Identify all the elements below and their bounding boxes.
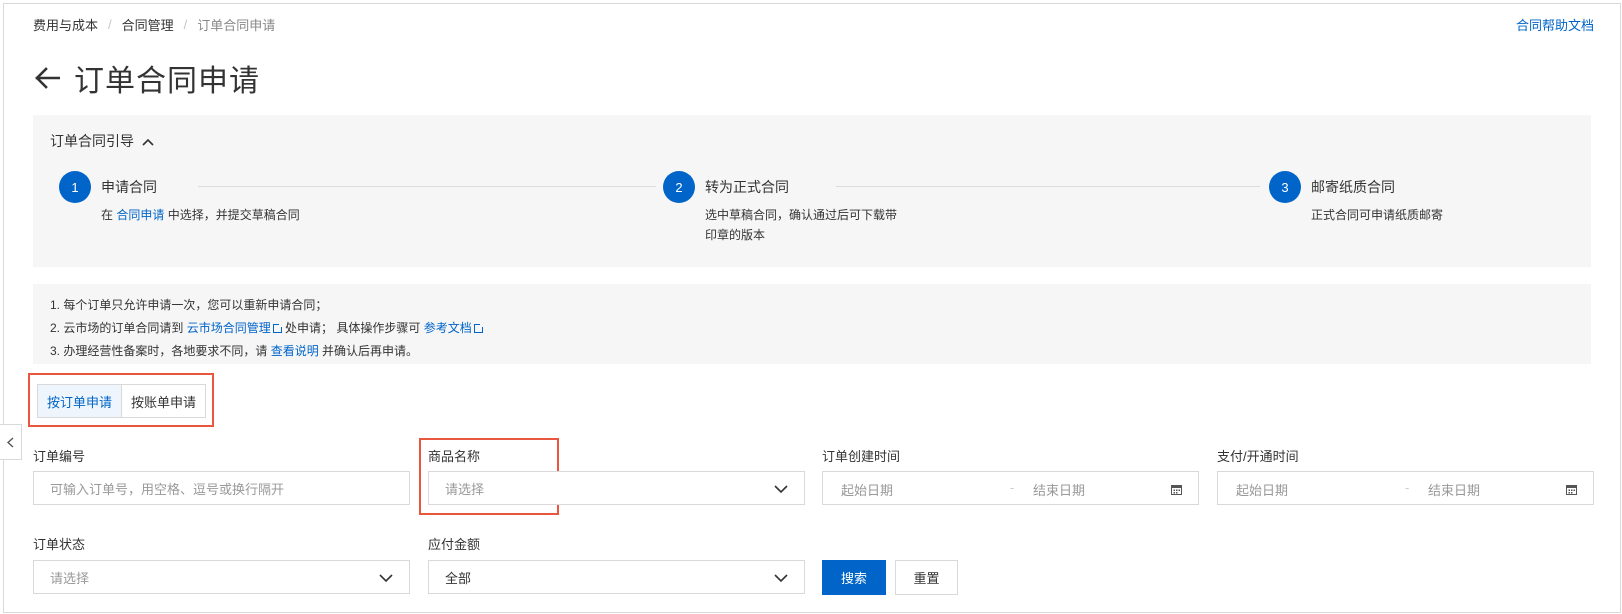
notice-line-1: 1. 每个订单只允许申请一次，您可以重新申请合同； bbox=[50, 298, 328, 312]
amount-label: 应付金额 bbox=[428, 537, 481, 552]
create-time-range[interactable]: 起始日期 - 结束日期 bbox=[822, 471, 1199, 505]
reset-button[interactable]: 重置 bbox=[895, 560, 958, 595]
breadcrumb: 费用与成本 / 合同管理 / 订单合同申请 bbox=[33, 15, 275, 34]
step-desc: 在 合同申请 中选择，并提交草稿合同 bbox=[101, 208, 300, 222]
back-arrow-icon[interactable] bbox=[32, 63, 62, 93]
breadcrumb-current: 订单合同申请 bbox=[197, 18, 276, 33]
chevron-down-icon bbox=[774, 571, 788, 586]
contract-help-link[interactable]: 合同帮助文档 bbox=[1516, 15, 1594, 34]
collapse-sidebar-handle[interactable] bbox=[0, 424, 22, 460]
reference-doc-link[interactable]: 参考文档 bbox=[424, 321, 484, 335]
apply-mode-tabs: 按订单申请 按账单申请 bbox=[37, 384, 207, 418]
order-no-input[interactable]: 可输入订单号，用空格、逗号或换行隔开 bbox=[33, 471, 410, 505]
step-number: 1 bbox=[59, 171, 91, 203]
tab-by-bill[interactable]: 按账单申请 bbox=[122, 385, 206, 417]
market-contract-link[interactable]: 云市场合同管理 bbox=[187, 321, 283, 335]
contract-apply-link[interactable]: 合同申请 bbox=[116, 208, 164, 222]
order-no-label: 订单编号 bbox=[33, 449, 86, 464]
pay-time-label: 支付/开通时间 bbox=[1217, 449, 1299, 464]
step-desc: 选中草稿合同，确认通过后可下载带 印章的版本 bbox=[705, 208, 898, 242]
page-title: 订单合同申请 bbox=[32, 56, 260, 100]
step-connector bbox=[836, 186, 1260, 187]
product-name-label: 商品名称 bbox=[428, 449, 481, 464]
order-status-label: 订单状态 bbox=[33, 537, 86, 552]
step-number: 3 bbox=[1269, 171, 1301, 203]
search-button[interactable]: 搜索 bbox=[822, 560, 886, 595]
chevron-down-icon bbox=[774, 482, 788, 497]
chevron-left-icon bbox=[7, 436, 14, 448]
notice-line-2: 2. 云市场的订单合同请到 云市场合同管理 处申请； 具体操作步骤可 参考文档 bbox=[50, 317, 1574, 340]
create-time-label: 订单创建时间 bbox=[822, 449, 901, 464]
calendar-icon bbox=[1566, 483, 1577, 498]
step-title: 申请合同 bbox=[101, 179, 157, 195]
step-desc: 正式合同可申请纸质邮寄 bbox=[1311, 208, 1444, 222]
guide-toggle[interactable]: 订单合同引导 bbox=[50, 131, 154, 151]
step-title: 转为正式合同 bbox=[705, 179, 789, 195]
chevron-down-icon bbox=[379, 571, 393, 586]
tab-by-order[interactable]: 按订单申请 bbox=[38, 385, 123, 417]
notice-line-3: 3. 办理经营性备案时，各地要求不同，请 查看说明 并确认后再申请。 bbox=[50, 344, 419, 358]
calendar-icon bbox=[1171, 483, 1182, 498]
order-status-select[interactable]: 请选择 bbox=[33, 560, 410, 594]
view-instructions-link[interactable]: 查看说明 bbox=[271, 344, 319, 358]
step-connector bbox=[198, 186, 656, 187]
external-link-icon bbox=[473, 323, 484, 333]
amount-select[interactable]: 全部 bbox=[428, 560, 805, 594]
breadcrumb-item-contract[interactable]: 合同管理 bbox=[122, 15, 174, 34]
breadcrumb-separator: / bbox=[108, 17, 112, 32]
chevron-up-icon bbox=[142, 133, 154, 149]
breadcrumb-separator: / bbox=[183, 17, 188, 32]
step-title: 邮寄纸质合同 bbox=[1311, 179, 1395, 195]
product-name-select[interactable]: 请选择 bbox=[428, 471, 805, 505]
contract-guide-panel: 订单合同引导 1 申请合同 在 合同申请 中选择，并提交草稿合同 2 转为正式合… bbox=[33, 115, 1591, 267]
breadcrumb-item-cost[interactable]: 费用与成本 bbox=[33, 15, 98, 34]
guide-title: 订单合同引导 bbox=[50, 133, 134, 149]
notice-panel: 1. 每个订单只允许申请一次，您可以重新申请合同； 2. 云市场的订单合同请到 … bbox=[33, 284, 1591, 364]
external-link-icon bbox=[272, 323, 283, 333]
pay-time-range[interactable]: 起始日期 - 结束日期 bbox=[1217, 471, 1594, 505]
step-number: 2 bbox=[663, 171, 695, 203]
page-title-text: 订单合同申请 bbox=[74, 65, 260, 98]
